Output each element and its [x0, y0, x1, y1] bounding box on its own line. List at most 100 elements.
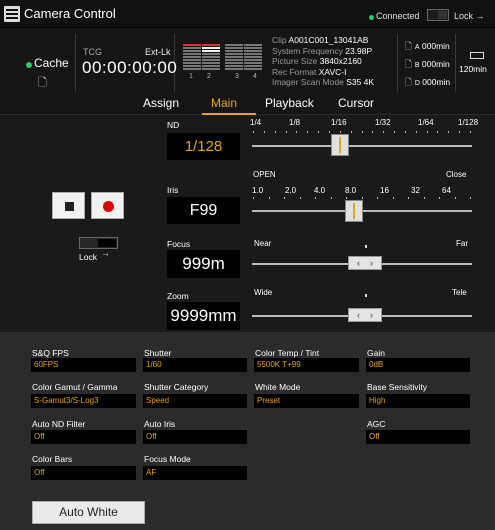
ext-lock-label: Ext-Lk [145, 47, 171, 57]
color-gamut-value[interactable]: S-Gamut3/S-Log3 [31, 394, 136, 408]
shutter-category-value[interactable]: Speed [143, 394, 247, 408]
zoom-wide-label: Wide [254, 288, 273, 297]
connection-status: Connected [376, 11, 420, 21]
record-button[interactable] [91, 192, 124, 219]
nd-scale-tick [470, 131, 471, 133]
meter-channel-label: 1 [189, 73, 193, 80]
focus-near-label: Near [254, 239, 272, 248]
focus-mode-label: Focus Mode [144, 454, 191, 464]
auto-nd-value[interactable]: Off [31, 430, 136, 444]
shutter-category-label: Shutter Category [144, 382, 209, 392]
nd-scale-tick [263, 131, 265, 133]
nd-scale-label: 1/8 [289, 118, 301, 127]
tab-cursor[interactable]: Cursor [338, 96, 374, 110]
nd-scale-tick [361, 131, 363, 133]
agc-value[interactable]: Off [366, 430, 470, 444]
tab-playback[interactable]: Playback [265, 96, 314, 110]
control-lock-toggle[interactable] [79, 237, 118, 249]
focus-value[interactable]: 999m [167, 250, 240, 278]
iris-close-label: Close [446, 170, 467, 179]
nd-scale-tick [415, 131, 417, 133]
zoom-label: Zoom [167, 291, 189, 301]
auto-iris-label: Auto Iris [144, 419, 176, 429]
control-lock-label: Lock [79, 252, 97, 262]
iris-scale-tick [377, 197, 378, 199]
iris-label: Iris [167, 185, 179, 195]
app-title: Camera Control [24, 6, 116, 21]
focus-label: Focus [167, 239, 191, 249]
iris-scale-tick [346, 197, 347, 199]
nd-scale-tick [372, 131, 374, 133]
iris-value[interactable]: F99 [167, 197, 240, 224]
nd-scale-tick [383, 131, 385, 133]
nd-value[interactable]: 1/128 [167, 133, 240, 160]
iris-scale-label: 64 [442, 186, 451, 195]
iris-scale-label: 2.0 [285, 186, 297, 195]
base-sensitivity-value[interactable]: High [366, 394, 470, 408]
nd-scale-tick [459, 131, 461, 133]
timecode: 00:00:00:00 [82, 58, 178, 77]
meter-channel-label: 3 [235, 73, 239, 80]
color-temp-value[interactable]: 5500K T+99 [254, 358, 359, 372]
base-sensitivity-label: Base Sensitivity [367, 382, 427, 392]
nd-scale-tick [350, 131, 352, 133]
stop-button[interactable] [52, 192, 85, 219]
media-slot: 🗋 B 000min [405, 59, 450, 69]
zoom-slider-handle[interactable]: ‹› [348, 308, 382, 322]
media-card-icon: 🗋 [405, 77, 412, 87]
nd-scale-tick [253, 131, 254, 133]
lock-toggle[interactable] [427, 9, 449, 21]
arrow-right-icon: → [101, 248, 110, 258]
nd-scale-label: 1/128 [458, 118, 479, 127]
nd-scale-tick [404, 131, 406, 133]
iris-scale-label: 8.0 [345, 186, 357, 195]
shutter-value[interactable]: 1/60 [143, 358, 247, 372]
sq-fps-value[interactable]: 60FPS [31, 358, 136, 372]
media-card-icon: 🗋 [405, 41, 412, 51]
camera-control-app: Camera Control Connected Lock → Cache 🗋 … [0, 0, 495, 530]
auto-iris-value[interactable]: Off [143, 430, 247, 444]
focus-mode-value[interactable]: AF [143, 466, 247, 480]
iris-scale-label: 1.0 [252, 186, 264, 195]
iris-slider-handle[interactable] [345, 200, 363, 222]
nd-scale-tick [394, 131, 396, 133]
agc-label: AGC [367, 419, 386, 429]
media-card-icon: 🗋 [38, 77, 47, 89]
cache-label: Cache [34, 56, 69, 70]
iris-scale-tick [315, 197, 316, 199]
cache-status-dot [26, 62, 32, 68]
clip-name: A001C001_13041AB [288, 35, 369, 45]
zoom-value[interactable]: 9999mm [167, 302, 240, 330]
iris-scale-tick [284, 197, 285, 199]
focus-slider-handle[interactable]: ‹› [348, 256, 382, 270]
stop-icon [65, 202, 74, 211]
tab-assign[interactable]: Assign [143, 96, 179, 110]
hamburger-menu-icon[interactable] [4, 6, 20, 22]
auto-nd-label: Auto ND Filter [32, 419, 86, 429]
focus-far-label: Far [456, 239, 468, 248]
iris-open-label: OPEN [253, 170, 276, 179]
connection-status-dot [369, 15, 374, 20]
nd-scale-label: 1/16 [331, 118, 347, 127]
divider [75, 34, 76, 92]
imager-scan-mode: S35 4K [346, 77, 375, 87]
nd-label: ND [167, 120, 180, 130]
iris-scale-tick [253, 197, 254, 199]
white-mode-value[interactable]: Preset [254, 394, 359, 408]
nd-scale-tick [426, 131, 428, 133]
media-slot: 🗋 A 000min [405, 41, 450, 51]
iris-scale-tick [454, 197, 456, 199]
nd-scale-tick [285, 131, 287, 133]
color-bars-value[interactable]: Off [31, 466, 136, 480]
nd-scale-tick [296, 131, 298, 133]
gain-value[interactable]: 0dB [366, 358, 470, 372]
iris-scale-tick [299, 197, 301, 199]
nd-scale-tick [328, 131, 330, 133]
lock-label: Lock → [454, 11, 485, 21]
auto-white-button[interactable]: Auto White [32, 501, 145, 524]
iris-scale-tick [392, 197, 394, 199]
nd-slider-track[interactable] [252, 145, 472, 147]
nd-slider-handle[interactable] [331, 134, 349, 156]
tab-main[interactable]: Main [211, 96, 237, 110]
iris-scale-tick [470, 197, 471, 199]
